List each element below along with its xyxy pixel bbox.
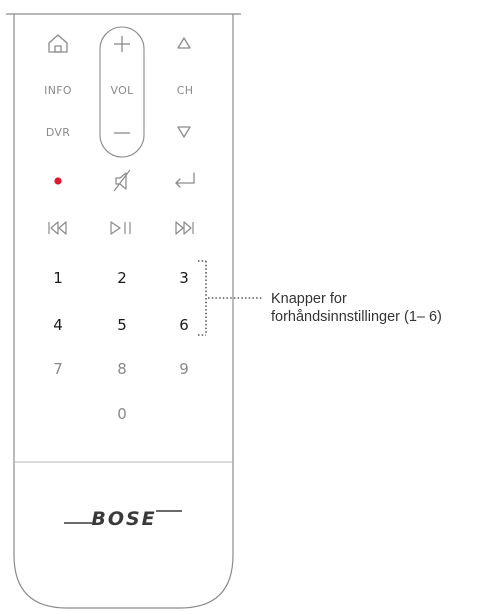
number-key-9[interactable]: 9 — [179, 360, 189, 378]
remote-diagram: INFO VOL CH DVR 1 2 3 4 5 6 7 8 9 0 Knap… — [6, 13, 442, 609]
callout-label-line1: Knapper for — [271, 291, 347, 307]
mute-icon[interactable] — [113, 169, 131, 192]
volume-up-icon[interactable] — [114, 36, 130, 52]
bose-logo: BOSE — [91, 508, 156, 530]
preset-key-1[interactable]: 1 — [53, 269, 63, 287]
play-pause-icon[interactable] — [110, 221, 131, 235]
callout-label-line2: forhåndsinnstillinger (1– 6) — [271, 309, 442, 325]
info-button[interactable]: INFO — [44, 84, 72, 97]
fast-forward-icon[interactable] — [175, 221, 194, 235]
volume-label: VOL — [110, 84, 134, 97]
back-icon[interactable] — [175, 172, 195, 188]
preset-key-3[interactable]: 3 — [179, 269, 189, 287]
number-key-7[interactable]: 7 — [53, 360, 63, 378]
dvr-button[interactable]: DVR — [46, 126, 70, 139]
preset-bracket — [198, 260, 207, 336]
record-icon[interactable] — [54, 177, 62, 185]
preset-key-4[interactable]: 4 — [53, 316, 63, 334]
channel-label: CH — [177, 84, 194, 97]
number-key-8[interactable]: 8 — [117, 360, 127, 378]
preset-key-6[interactable]: 6 — [179, 316, 189, 334]
home-icon[interactable] — [48, 34, 68, 53]
channel-up-icon[interactable] — [177, 37, 191, 49]
preset-key-5[interactable]: 5 — [117, 316, 127, 334]
preset-key-2[interactable]: 2 — [117, 269, 127, 287]
rewind-icon[interactable] — [48, 221, 67, 235]
number-key-0[interactable]: 0 — [117, 405, 127, 423]
channel-down-icon[interactable] — [177, 126, 191, 138]
